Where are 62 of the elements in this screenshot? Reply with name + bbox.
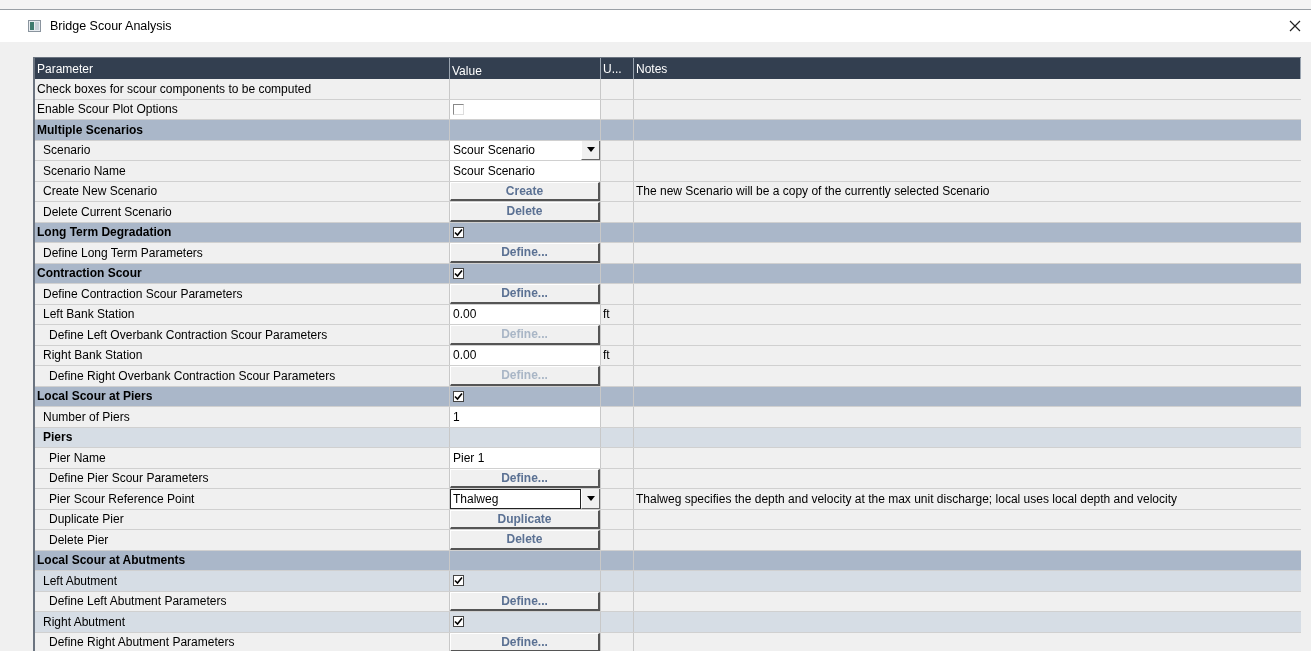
parameter-label: Left Abutment (43, 573, 118, 588)
dropdown-arrow-button[interactable] (581, 489, 600, 509)
parameter-label: Right Bank Station (43, 348, 143, 363)
units-column-header[interactable]: U... (601, 58, 634, 79)
section-heading: Long Term Degradation (37, 225, 172, 240)
window-app-icon (28, 20, 41, 32)
parameter-label: Define Left Abutment Parameters (49, 594, 227, 609)
dropdown-value: Thalweg (450, 489, 581, 509)
note-text: Thalweg specifies the depth and velocity at the max unit discharge; local uses local depth and velocity (636, 491, 1177, 506)
define-button[interactable]: Delete (450, 530, 600, 550)
section-heading: Multiple Scenarios (37, 122, 144, 137)
caret-icon (586, 147, 595, 153)
parameter-label: Define Left Overbank Contraction Scour Parameters (49, 327, 328, 342)
section-heading: Contraction Scour (37, 266, 142, 281)
input-field[interactable]: 0.00 (450, 307, 477, 322)
parameter-label: Delete Pier (49, 532, 109, 547)
parameter-column-header[interactable]: Parameter (35, 58, 450, 79)
parameter-label: Create New Scenario (43, 184, 158, 199)
parameter-label: Delete Current Scenario (43, 204, 172, 219)
parameter-label: Define Right Abutment Parameters (49, 635, 235, 650)
parameter-label: Number of Piers (43, 409, 130, 424)
note-text: The new Scenario will be a copy of the currently selected Scenario (636, 184, 990, 199)
parameter-label: Define Pier Scour Parameters (49, 471, 209, 486)
notes-column-header[interactable]: Notes (634, 58, 1301, 79)
unit-label: ft (603, 348, 610, 363)
parameter-label: Check boxes for scour components to be computed (37, 81, 312, 96)
parameter-label: Right Abutment (43, 614, 126, 629)
parameter-label: Duplicate Pier (49, 512, 124, 527)
checkbox[interactable] (453, 616, 464, 628)
parameter-label: Define Long Term Parameters (43, 245, 203, 260)
parameter-label: Define Right Overbank Contraction Scour Parameters (49, 368, 336, 383)
define-button[interactable]: Duplicate (450, 509, 600, 529)
input-field[interactable]: Pier 1 (450, 450, 485, 465)
window-title: Bridge Scour Analysis (50, 19, 173, 33)
parameter-label: Scenario Name (43, 163, 126, 178)
unit-label: ft (603, 307, 610, 322)
define-button[interactable]: Define... (450, 591, 600, 611)
parameter-label: Pier Scour Reference Point (49, 491, 195, 506)
section-heading: Local Scour at Abutments (37, 553, 186, 568)
checkbox[interactable] (453, 267, 464, 279)
define-button[interactable]: Define... (450, 468, 600, 488)
checkbox[interactable] (453, 226, 464, 238)
parameter-label: Scenario (43, 143, 91, 158)
define-button[interactable]: Delete (450, 202, 600, 222)
checkbox[interactable] (453, 390, 464, 402)
section-heading: Local Scour at Piers (37, 389, 153, 404)
parameter-label: Left Bank Station (43, 307, 135, 322)
parameter-label: Define Contraction Scour Parameters (43, 286, 243, 301)
caret-icon (586, 495, 595, 501)
value-column-header[interactable]: Value (450, 58, 601, 79)
input-field[interactable]: 1 (450, 409, 460, 424)
parameter-label: Piers (43, 430, 73, 445)
define-button[interactable]: Define... (450, 284, 600, 304)
checkbox[interactable] (453, 575, 464, 587)
parameter-label: Pier Name (49, 450, 106, 465)
parameter-label: Enable Scour Plot Options (37, 102, 178, 117)
define-button[interactable]: Create (450, 181, 600, 201)
input-field[interactable]: 0.00 (450, 348, 477, 363)
define-button[interactable]: Define... (450, 243, 600, 263)
dropdown-value: Scour Scenario (452, 142, 537, 160)
close-icon[interactable] (1289, 20, 1301, 32)
checkbox[interactable] (453, 103, 464, 115)
